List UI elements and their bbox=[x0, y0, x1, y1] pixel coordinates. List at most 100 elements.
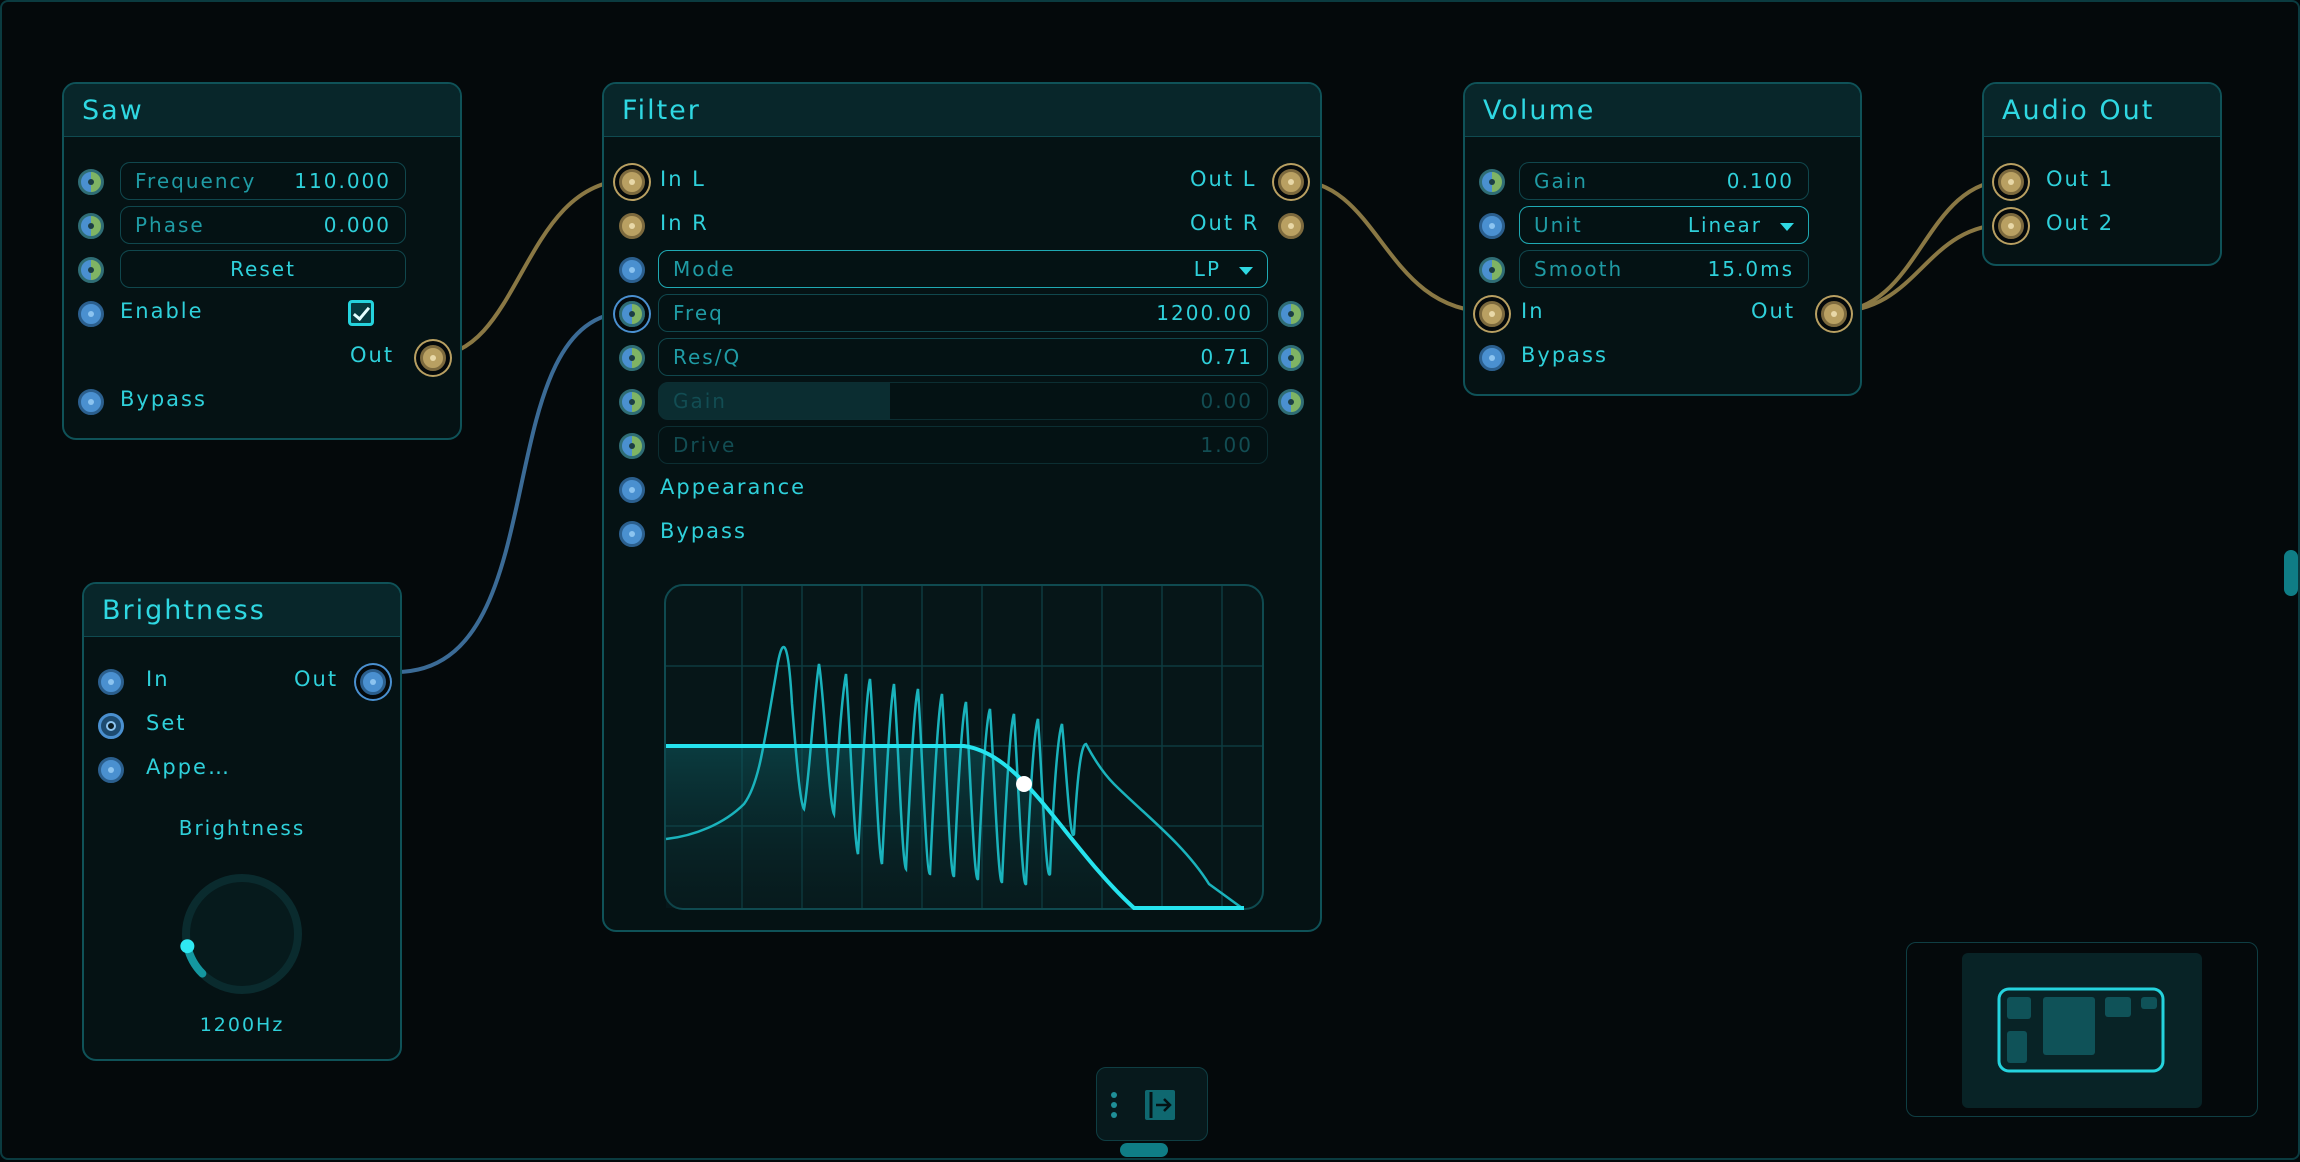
gain-field[interactable]: Gain 0.00 bbox=[658, 382, 1268, 420]
brightness-knob[interactable] bbox=[172, 864, 312, 1004]
brightness-node-title[interactable]: Brightness bbox=[84, 584, 400, 637]
filter-bypass-port[interactable] bbox=[619, 521, 645, 547]
filter-out-l-port[interactable] bbox=[1278, 169, 1304, 195]
freq-field[interactable]: Freq 1200.00 bbox=[658, 294, 1268, 332]
wire-filter-to-volume bbox=[1291, 178, 1493, 314]
frequency-label: Frequency bbox=[135, 169, 257, 193]
filter-in-r-port[interactable] bbox=[619, 213, 645, 239]
gain-out-port[interactable] bbox=[1278, 389, 1304, 415]
out2-port[interactable] bbox=[1998, 213, 2024, 239]
mode-dropdown[interactable]: Mode LP bbox=[658, 250, 1268, 288]
res-out-port[interactable] bbox=[1278, 345, 1304, 371]
phase-port[interactable] bbox=[78, 213, 104, 239]
saw-node-title[interactable]: Saw bbox=[64, 84, 460, 137]
out1-port[interactable] bbox=[1998, 169, 2024, 195]
volume-gain-label: Gain bbox=[1534, 169, 1588, 193]
freq-label: Freq bbox=[673, 301, 724, 325]
frequency-field[interactable]: Frequency 110.000 bbox=[120, 162, 406, 200]
brightness-in-port[interactable] bbox=[98, 669, 124, 695]
exit-panel-icon[interactable] bbox=[1143, 1088, 1177, 1122]
mode-value: LP bbox=[1193, 257, 1221, 281]
volume-gain-field[interactable]: Gain 0.100 bbox=[1519, 162, 1809, 200]
volume-out-label: Out bbox=[1751, 299, 1796, 323]
smooth-value: 15.0ms bbox=[1707, 257, 1794, 281]
volume-bypass-label: Bypass bbox=[1521, 343, 1608, 367]
filter-out-r-label: Out R bbox=[1190, 211, 1260, 235]
filter-out-l-label: Out L bbox=[1190, 167, 1257, 191]
saw-bypass-label: Bypass bbox=[120, 387, 207, 411]
saw-out-label: Out bbox=[350, 343, 395, 367]
audio-out-node[interactable]: Audio Out Out 1 Out 2 bbox=[1982, 82, 2222, 266]
filter-out-r-port[interactable] bbox=[1278, 213, 1304, 239]
frequency-port[interactable] bbox=[78, 169, 104, 195]
volume-out-port[interactable] bbox=[1821, 301, 1847, 327]
saw-bypass-port[interactable] bbox=[78, 389, 104, 415]
unit-value: Linear bbox=[1687, 213, 1762, 237]
smooth-field[interactable]: Smooth 15.0ms bbox=[1519, 250, 1809, 288]
mode-label: Mode bbox=[673, 257, 736, 281]
out2-label: Out 2 bbox=[2046, 211, 2115, 235]
phase-label: Phase bbox=[135, 213, 205, 237]
res-label: Res/Q bbox=[673, 345, 742, 369]
saw-node[interactable]: Saw Frequency 110.000 Phase 0.000 Reset … bbox=[62, 82, 462, 440]
gain-port[interactable] bbox=[619, 389, 645, 415]
minimap[interactable] bbox=[1906, 942, 2258, 1117]
filter-in-l-port[interactable] bbox=[619, 169, 645, 195]
filter-in-l-label: In L bbox=[660, 167, 706, 191]
volume-in-label: In bbox=[1521, 299, 1545, 323]
volume-node-title[interactable]: Volume bbox=[1465, 84, 1860, 137]
enable-checkbox[interactable] bbox=[348, 300, 374, 326]
unit-label: Unit bbox=[1534, 213, 1583, 237]
unit-dropdown[interactable]: Unit Linear bbox=[1519, 206, 1809, 244]
brightness-out-port[interactable] bbox=[360, 669, 386, 695]
drive-port[interactable] bbox=[619, 433, 645, 459]
set-port[interactable] bbox=[98, 713, 124, 739]
reset-label: Reset bbox=[230, 257, 296, 281]
minimap-preview bbox=[1997, 987, 2165, 1073]
filter-node-title[interactable]: Filter bbox=[604, 84, 1320, 137]
volume-node[interactable]: Volume Gain 0.100 Unit Linear Smooth 15.… bbox=[1463, 82, 1862, 396]
appearance-port[interactable] bbox=[619, 477, 645, 503]
brightness-appearance-port[interactable] bbox=[98, 757, 124, 783]
horizontal-scrollbar[interactable] bbox=[1120, 1143, 1168, 1157]
saw-out-port[interactable] bbox=[420, 345, 446, 371]
enable-port[interactable] bbox=[78, 301, 104, 327]
frequency-value: 110.000 bbox=[294, 169, 391, 193]
brightness-appearance-label: Appe… bbox=[146, 755, 231, 779]
volume-gain-value: 0.100 bbox=[1726, 169, 1794, 193]
volume-gain-port[interactable] bbox=[1479, 169, 1505, 195]
freq-out-port[interactable] bbox=[1278, 301, 1304, 327]
volume-bypass-port[interactable] bbox=[1479, 345, 1505, 371]
audio-out-node-title[interactable]: Audio Out bbox=[1984, 84, 2220, 137]
node-canvas[interactable]: Saw Frequency 110.000 Phase 0.000 Reset … bbox=[0, 0, 2300, 1160]
freq-port[interactable] bbox=[619, 301, 645, 327]
freq-handle bbox=[1016, 776, 1032, 792]
mode-port[interactable] bbox=[619, 257, 645, 283]
drag-handle-icon[interactable] bbox=[1109, 1090, 1119, 1120]
chevron-down-icon bbox=[1239, 266, 1253, 275]
chevron-down-icon bbox=[1780, 222, 1794, 231]
set-label: Set bbox=[146, 711, 187, 735]
volume-in-port[interactable] bbox=[1479, 301, 1505, 327]
knob-value: 1200Hz bbox=[199, 1014, 285, 1036]
smooth-port[interactable] bbox=[1479, 257, 1505, 283]
filter-node[interactable]: Filter In L Out L In R Out R Mode LP Fre… bbox=[602, 82, 1322, 932]
brightness-node[interactable]: Brightness In Out Set Appe… Brightness 1… bbox=[82, 582, 402, 1061]
filter-in-r-label: In R bbox=[660, 211, 709, 235]
res-field[interactable]: Res/Q 0.71 bbox=[658, 338, 1268, 376]
brightness-out-label: Out bbox=[294, 667, 339, 691]
freq-value: 1200.00 bbox=[1156, 301, 1253, 325]
phase-field[interactable]: Phase 0.000 bbox=[120, 206, 406, 244]
reset-port[interactable] bbox=[78, 257, 104, 283]
drive-field[interactable]: Drive 1.00 bbox=[658, 426, 1268, 464]
gain-label: Gain bbox=[673, 389, 727, 413]
res-port[interactable] bbox=[619, 345, 645, 371]
vertical-scrollbar[interactable] bbox=[2284, 550, 2298, 596]
filter-response-graph[interactable] bbox=[664, 584, 1264, 910]
knob-handle bbox=[180, 939, 195, 954]
out1-label: Out 1 bbox=[2046, 167, 2115, 191]
bottom-toolbar[interactable] bbox=[1096, 1067, 1208, 1141]
reset-button[interactable]: Reset bbox=[120, 250, 406, 288]
gain-value: 0.00 bbox=[1200, 389, 1253, 413]
unit-port[interactable] bbox=[1479, 213, 1505, 239]
